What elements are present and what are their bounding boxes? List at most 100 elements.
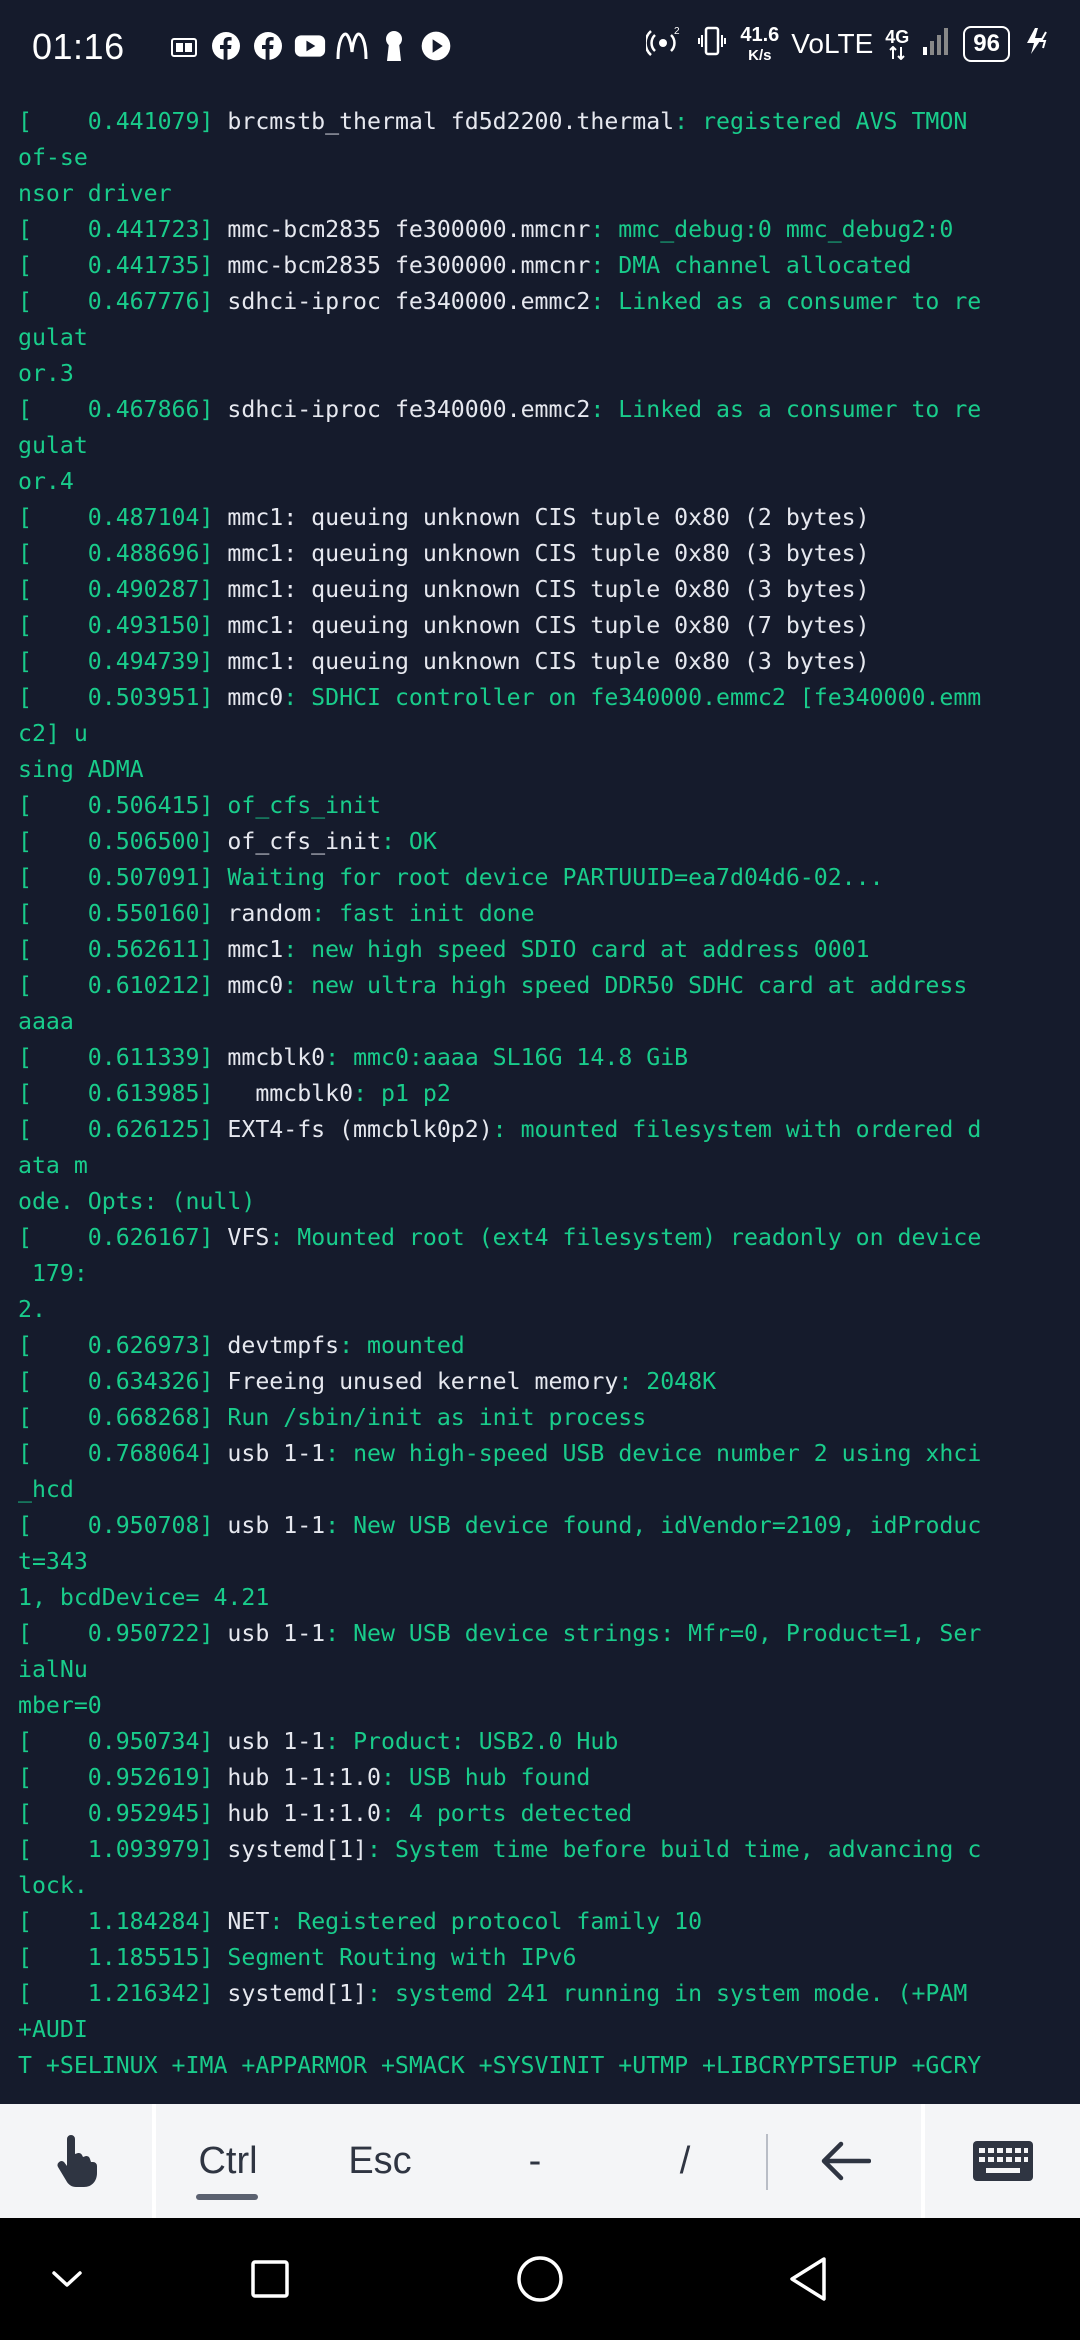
log-timestamp: [ 1.093979] bbox=[18, 1836, 214, 1863]
log-source: mmc0 bbox=[227, 972, 284, 999]
log-timestamp: [ 0.441079] bbox=[18, 108, 214, 135]
log-message: : registered AVS TMON bbox=[674, 108, 968, 135]
log-message: Waiting for root device PARTUUID=ea7d04d… bbox=[227, 864, 884, 891]
log-source: of_cfs_init bbox=[227, 828, 381, 855]
log-message: Segment Routing with IPv6 bbox=[227, 1944, 577, 1971]
log-timestamp: [ 0.626167] bbox=[18, 1224, 214, 1251]
log-source: Freeing unused kernel memory bbox=[227, 1368, 619, 1395]
data-arrows-icon bbox=[889, 45, 905, 60]
log-message: : Linked as a consumer to re bbox=[590, 288, 982, 315]
ctrl-key[interactable]: Ctrl bbox=[188, 2104, 268, 2218]
network-type-label: 4G bbox=[885, 26, 910, 47]
log-timestamp: [ 0.467866] bbox=[18, 396, 214, 423]
terminal-line: [ 0.768064] usb 1-1: new high-speed USB … bbox=[18, 1436, 1080, 1472]
log-timestamp: [ 0.493150] bbox=[18, 612, 214, 639]
terminal-line: [ 0.503951] mmc0: SDHCI controller on fe… bbox=[18, 680, 1080, 716]
log-message: gulat bbox=[18, 432, 88, 459]
log-source: mmc-bcm2835 fe300000.mmcnr bbox=[227, 216, 591, 243]
keyboard-icon bbox=[972, 2141, 1033, 2181]
log-message: mber=0 bbox=[18, 1692, 102, 1719]
terminal-line: [ 0.467776] sdhci-iproc fe340000.emmc2: … bbox=[18, 284, 1080, 320]
log-message: : OK bbox=[380, 828, 437, 855]
log-source: sdhci-iproc fe340000.emmc2 bbox=[227, 396, 591, 423]
touch-hand-icon bbox=[57, 2135, 97, 2187]
key-divider bbox=[766, 2134, 768, 2190]
esc-key[interactable]: Esc bbox=[340, 2104, 420, 2218]
charging-icon bbox=[1022, 26, 1052, 61]
facebook-icon bbox=[210, 30, 242, 62]
nav-back-button[interactable] bbox=[748, 2218, 868, 2340]
terminal-line: or.4 bbox=[18, 464, 1080, 500]
circle-icon bbox=[517, 2256, 563, 2302]
system-nav-bar bbox=[0, 2218, 1080, 2340]
terminal-output[interactable]: [ 0.441079] brcmstb_thermal fd5d2200.the… bbox=[0, 104, 1080, 2100]
log-source: mmc1: queuing unknown CIS tuple 0x80 (3 … bbox=[227, 648, 870, 675]
log-timestamp: [ 0.952945] bbox=[18, 1800, 214, 1827]
log-timestamp: [ 0.506415] bbox=[18, 792, 214, 819]
terminal-line: ode. Opts: (null) bbox=[18, 1184, 1080, 1220]
status-time: 01:16 bbox=[32, 26, 125, 67]
log-message: : mounted filesystem with ordered d bbox=[492, 1116, 982, 1143]
log-timestamp: [ 0.611339] bbox=[18, 1044, 214, 1071]
nav-collapse-button[interactable] bbox=[7, 2218, 127, 2340]
terminal-line: [ 0.950708] usb 1-1: New USB device foun… bbox=[18, 1508, 1080, 1544]
log-timestamp: [ 0.550160] bbox=[18, 900, 214, 927]
terminal-line: [ 0.952945] hub 1-1:1.0: 4 ports detecte… bbox=[18, 1796, 1080, 1832]
log-message: : Linked as a consumer to re bbox=[590, 396, 982, 423]
nav-home-button[interactable] bbox=[480, 2218, 600, 2340]
terminal-line: mber=0 bbox=[18, 1688, 1080, 1724]
log-message: : mmc_debug:0 mmc_debug2:0 bbox=[590, 216, 954, 243]
log-source: mmcblk0 bbox=[227, 1080, 354, 1107]
status-right: 2 41.6 K/s VoLTE 4G 96 bbox=[644, 24, 1052, 63]
log-message: : Mounted root (ext4 filesystem) readonl… bbox=[269, 1224, 982, 1251]
log-message: 2. bbox=[18, 1296, 46, 1323]
tv-app-icon bbox=[168, 30, 200, 62]
log-message: : mmc0:aaaa SL16G 14.8 GiB bbox=[325, 1044, 689, 1071]
backspace-key[interactable] bbox=[800, 2104, 890, 2218]
svg-text:2: 2 bbox=[674, 26, 680, 37]
log-source: usb 1-1 bbox=[227, 1440, 326, 1467]
log-source: mmc1: queuing unknown CIS tuple 0x80 (3 … bbox=[227, 540, 870, 567]
terminal-line: 179: bbox=[18, 1256, 1080, 1292]
log-message: : mounted bbox=[339, 1332, 465, 1359]
terminal-line: [ 0.952619] hub 1-1:1.0: USB hub found bbox=[18, 1760, 1080, 1796]
log-source: hub 1-1:1.0 bbox=[227, 1800, 381, 1827]
touch-gesture-button[interactable] bbox=[0, 2104, 152, 2218]
log-message: nsor driver bbox=[18, 180, 172, 207]
log-timestamp: [ 0.487104] bbox=[18, 504, 214, 531]
log-source: NET bbox=[227, 1908, 270, 1935]
log-timestamp: [ 0.626125] bbox=[18, 1116, 214, 1143]
keyboard-toggle-button[interactable] bbox=[925, 2104, 1080, 2218]
terminal-line: T +SELINUX +IMA +APPARMOR +SMACK +SYSVIN… bbox=[18, 2048, 1080, 2084]
log-timestamp: [ 1.184284] bbox=[18, 1908, 214, 1935]
terminal-line: [ 0.613985] mmcblk0: p1 p2 bbox=[18, 1076, 1080, 1112]
terminal-line: [ 0.507091] Waiting for root device PART… bbox=[18, 860, 1080, 896]
extra-keys-bar: Ctrl Esc - / bbox=[0, 2104, 1080, 2218]
log-source: usb 1-1 bbox=[227, 1512, 326, 1539]
facebook-icon bbox=[252, 30, 284, 62]
log-timestamp: [ 0.610212] bbox=[18, 972, 214, 999]
terminal-line: +AUDI bbox=[18, 2012, 1080, 2048]
log-timestamp: [ 0.488696] bbox=[18, 540, 214, 567]
terminal-line: aaaa bbox=[18, 1004, 1080, 1040]
log-source: mmc1: queuing unknown CIS tuple 0x80 (2 … bbox=[227, 504, 870, 531]
log-message: : p1 p2 bbox=[353, 1080, 451, 1107]
log-timestamp: [ 0.952619] bbox=[18, 1764, 214, 1791]
terminal-line: gulat bbox=[18, 428, 1080, 464]
nav-recents-button[interactable] bbox=[210, 2218, 330, 2340]
terminal-line: [ 0.950734] usb 1-1: Product: USB2.0 Hub bbox=[18, 1724, 1080, 1760]
log-message: : 2048K bbox=[618, 1368, 717, 1395]
terminal-line: 1, bcdDevice= 4.21 bbox=[18, 1580, 1080, 1616]
terminal-line: [ 0.506500] of_cfs_init: OK bbox=[18, 824, 1080, 860]
dash-key[interactable]: - bbox=[510, 2104, 560, 2218]
play-icon bbox=[420, 30, 452, 62]
log-source: VFS bbox=[227, 1224, 270, 1251]
terminal-line: lock. bbox=[18, 1868, 1080, 1904]
network-type: 4G bbox=[885, 28, 909, 60]
slash-key[interactable]: / bbox=[660, 2104, 710, 2218]
log-message: : 4 ports detected bbox=[380, 1800, 633, 1827]
terminal-line: sing ADMA bbox=[18, 752, 1080, 788]
terminal-line: [ 0.562611] mmc1: new high speed SDIO ca… bbox=[18, 932, 1080, 968]
log-message: +AUDI bbox=[18, 2016, 88, 2043]
log-timestamp: [ 0.613985] bbox=[18, 1080, 214, 1107]
